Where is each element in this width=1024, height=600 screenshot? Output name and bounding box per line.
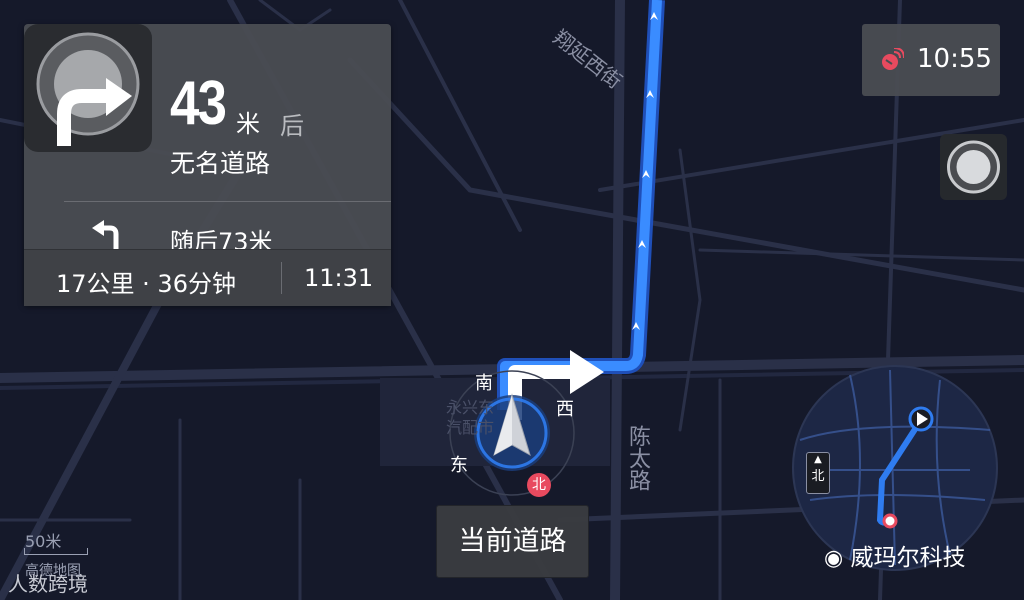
distance-value: 43 xyxy=(170,69,227,138)
remaining-distance-time: 17公里 · 36分钟 xyxy=(56,270,236,298)
divider xyxy=(64,201,391,202)
turn-icon-tile xyxy=(24,24,152,152)
watermark-right-text: 威玛尔科技 xyxy=(850,545,966,571)
current-road-button[interactable]: 当前道路 xyxy=(436,505,589,578)
compass-north-badge: 北 xyxy=(527,473,551,497)
watermark-left: 人数跨境 xyxy=(8,572,88,596)
watermark-right: ◉ 威玛尔科技 xyxy=(824,538,966,572)
wechat-icon: ◉ xyxy=(824,546,844,571)
status-clock-panel: 10:55 xyxy=(862,24,1000,96)
distance-unit: 米 xyxy=(236,110,260,138)
distance-suffix: 后 xyxy=(280,112,304,140)
map-scale-bar xyxy=(24,548,88,555)
current-time: 10:55 xyxy=(917,44,992,74)
gps-signal-icon xyxy=(882,48,904,70)
minimap-north-label: 北 xyxy=(811,469,825,484)
menu-button[interactable] xyxy=(940,134,1007,200)
minimap-north-indicator: ▲ 北 xyxy=(806,452,830,494)
poi-label: 永兴东汽配市 xyxy=(446,398,495,437)
north-arrow-icon: ▲ xyxy=(814,454,822,465)
circle-button-icon xyxy=(947,140,1000,194)
trip-summary-bar[interactable]: 17公里 · 36分钟 11:31 xyxy=(24,249,391,306)
turn-right-icon xyxy=(36,32,140,146)
compass-east: 东 xyxy=(450,455,468,476)
next-road-name: 无名道路 xyxy=(170,149,271,178)
road-label-south: 陈太路 xyxy=(625,425,650,491)
arrival-time: 11:31 xyxy=(304,264,374,292)
divider xyxy=(281,262,282,294)
compass-south: 南 xyxy=(475,373,493,394)
compass-west: 西 xyxy=(556,399,574,420)
